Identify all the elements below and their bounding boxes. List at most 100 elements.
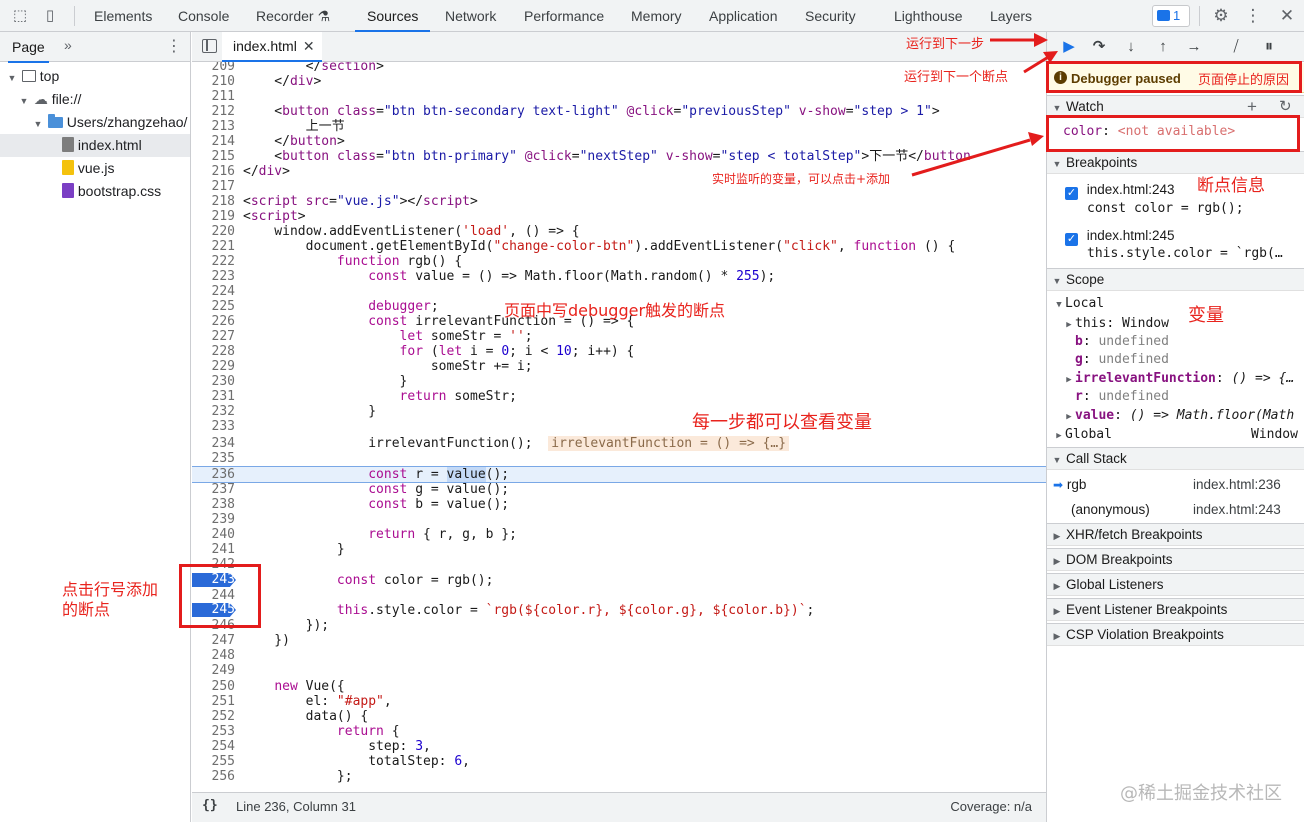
annotation-each-step: 每一步都可以查看变量 (692, 412, 872, 433)
tree-item-top[interactable]: ▼ top (0, 65, 190, 88)
expand-arrow-icon: ▶ (1053, 581, 1061, 591)
annotation-variables: 变量 (1188, 305, 1224, 326)
scope-section-header[interactable]: ▼ Scope (1047, 268, 1304, 291)
pause-on-exceptions-icon[interactable]: ⏸ (1259, 37, 1279, 57)
checkbox-checked-icon[interactable]: ✓ (1065, 233, 1078, 246)
toolbar-divider (1199, 6, 1200, 26)
scope-local[interactable]: ▼ Local (1053, 296, 1104, 311)
toolbar-divider (74, 6, 75, 26)
inspect-element-icon[interactable]: ⬚ (10, 6, 30, 26)
navigator-menu-icon[interactable]: ⋮ (166, 36, 182, 56)
deactivate-breakpoints-icon[interactable]: ⧸ (1226, 37, 1246, 57)
tab-layers[interactable]: Layers (990, 0, 1032, 32)
annotation-next-breakpoint: 运行到下一个断点 (904, 70, 1009, 85)
breakpoint-item[interactable]: ✓ index.html:245 (1065, 228, 1175, 246)
editor-tab-index-html[interactable]: index.html ✕ (222, 32, 322, 62)
callstack-section-header[interactable]: ▼ Call Stack (1047, 447, 1304, 470)
annotation-step-next: 运行到下一步 (906, 37, 985, 52)
tab-page[interactable]: Page (8, 39, 49, 63)
resume-icon[interactable]: ▶ (1059, 37, 1079, 57)
expand-arrow-icon: ▶ (1066, 320, 1072, 330)
cloud-icon: ☁ (33, 91, 48, 107)
annotation-watch-hint: 实时监听的变量，可以点击+添加 (712, 172, 891, 186)
checkbox-checked-icon[interactable]: ✓ (1065, 187, 1078, 200)
tab-sources[interactable]: Sources (355, 0, 431, 32)
expand-arrow-icon: ▶ (1053, 631, 1061, 641)
tab-lighthouse[interactable]: Lighthouse (894, 0, 963, 32)
tab-recorder[interactable]: Recorder ⚗ (256, 0, 330, 32)
js-file-icon (62, 160, 74, 175)
step-icon[interactable]: → (1184, 37, 1204, 57)
xhr-breakpoints-header[interactable]: ▶ XHR/fetch Breakpoints (1047, 523, 1304, 546)
tab-performance[interactable]: Performance (524, 0, 604, 32)
device-toggle-icon[interactable]: ▯ (40, 6, 60, 26)
tab-application[interactable]: Application (709, 0, 778, 32)
scope-global-value: Window (1251, 427, 1298, 442)
annotation-pause-reason: 页面停止的原因 (1198, 73, 1290, 88)
expand-arrow-icon: ▶ (1053, 606, 1061, 616)
tab-console[interactable]: Console (178, 0, 229, 32)
watermark: @稀土掘金技术社区 (1120, 783, 1282, 804)
step-into-icon[interactable]: ↓ (1121, 37, 1141, 57)
expand-arrow-icon: ▼ (7, 73, 17, 83)
callstack-frame[interactable]: ➡ rgb (1053, 477, 1086, 492)
breakpoint-code: const color = rgb(); (1087, 201, 1244, 216)
expand-arrow-icon: ▼ (19, 96, 29, 106)
step-over-icon[interactable]: ↷ (1089, 37, 1109, 57)
breakpoint-code: this.style.color = `rgb(… (1087, 246, 1283, 261)
csp-violation-breakpoints-header[interactable]: ▶ CSP Violation Breakpoints (1047, 623, 1304, 646)
annotation-click-line: 点击行号添加 的断点 (62, 580, 159, 619)
html-file-icon (62, 137, 74, 152)
scope-var-g: g: undefined (1075, 352, 1169, 367)
annotation-box-watch (1046, 115, 1300, 152)
issues-badge[interactable]: 1 (1152, 5, 1190, 27)
close-tab-icon[interactable]: ✕ (303, 38, 315, 54)
breakpoint-item[interactable]: ✓ index.html:243 (1065, 182, 1175, 200)
tab-elements[interactable]: Elements (94, 0, 152, 32)
debugger-controls: ▶ ↷ ↓ ↑ → ⧸ ⏸ (1047, 32, 1304, 62)
dom-breakpoints-header[interactable]: ▶ DOM Breakpoints (1047, 548, 1304, 571)
close-icon[interactable]: ✕ (1277, 6, 1297, 26)
annotation-debugger-hint: 页面中写debugger触发的断点 (504, 301, 726, 320)
scope-global[interactable]: ▶ Global (1053, 427, 1112, 442)
scope-var-this[interactable]: ▶ this: Window (1063, 316, 1169, 331)
frame-icon (21, 70, 36, 82)
editor-status-bar: {} Line 236, Column 31 Coverage: n/a (192, 792, 1046, 822)
expand-arrow-icon: ▶ (1056, 431, 1062, 441)
tree-item-index-html[interactable]: index.html (0, 134, 190, 157)
step-out-icon[interactable]: ↑ (1153, 37, 1173, 57)
annotation-box-breakpoints (179, 564, 261, 628)
callstack-frame[interactable]: (anonymous) (1071, 502, 1150, 517)
event-listener-breakpoints-header[interactable]: ▶ Event Listener Breakpoints (1047, 598, 1304, 621)
more-menu-icon[interactable]: ⋮ (1243, 6, 1263, 26)
file-navigator: Page » ⋮ ▼ top ▼ ☁ file:// ▼ Users/zhang… (0, 32, 191, 822)
folder-icon (47, 114, 63, 128)
callstack-frame-location[interactable]: index.html:236 (1193, 477, 1281, 492)
tree-item-origin[interactable]: ▼ ☁ file:// (0, 88, 190, 111)
cursor-position: Line 236, Column 31 (236, 799, 356, 814)
scope-var-irrelevant-function[interactable]: ▶ irrelevantFunction: () => {… (1063, 371, 1294, 386)
more-tabs-icon[interactable]: » (64, 37, 72, 53)
tab-security[interactable]: Security (805, 0, 856, 32)
breakpoints-section-header[interactable]: ▼ Breakpoints (1047, 151, 1304, 174)
tree-item-bootstrap-css[interactable]: bootstrap.css (0, 180, 190, 203)
toggle-navigator-icon[interactable] (202, 39, 217, 53)
scope-var-value[interactable]: ▶ value: () => Math.floor(Math (1063, 408, 1294, 423)
devtools-toolbar: ⬚ ▯ Elements Console Recorder ⚗ Sources … (0, 0, 1304, 32)
settings-gear-icon[interactable]: ⚙ (1211, 6, 1231, 26)
expand-arrow-icon: ▶ (1053, 556, 1061, 566)
annotation-breakpoint-info: 断点信息 (1197, 176, 1265, 196)
pretty-print-icon[interactable]: {} (202, 798, 218, 813)
global-listeners-header[interactable]: ▶ Global Listeners (1047, 573, 1304, 596)
collapse-arrow-icon: ▼ (1052, 276, 1062, 286)
scope-var-r: r: undefined (1075, 389, 1169, 404)
tab-network[interactable]: Network (445, 0, 496, 32)
tree-item-vue-js[interactable]: vue.js (0, 157, 190, 180)
tree-item-folder[interactable]: ▼ Users/zhangzehao/ (0, 111, 190, 134)
expand-arrow-icon: ▶ (1066, 412, 1072, 422)
code-area[interactable]: 209 </section> 210 </div> 211 212 <butto… (192, 62, 1046, 792)
expand-arrow-icon: ▶ (1066, 375, 1072, 385)
expand-arrow-icon: ▼ (1056, 300, 1062, 310)
callstack-frame-location[interactable]: index.html:243 (1193, 502, 1281, 517)
tab-memory[interactable]: Memory (631, 0, 682, 32)
